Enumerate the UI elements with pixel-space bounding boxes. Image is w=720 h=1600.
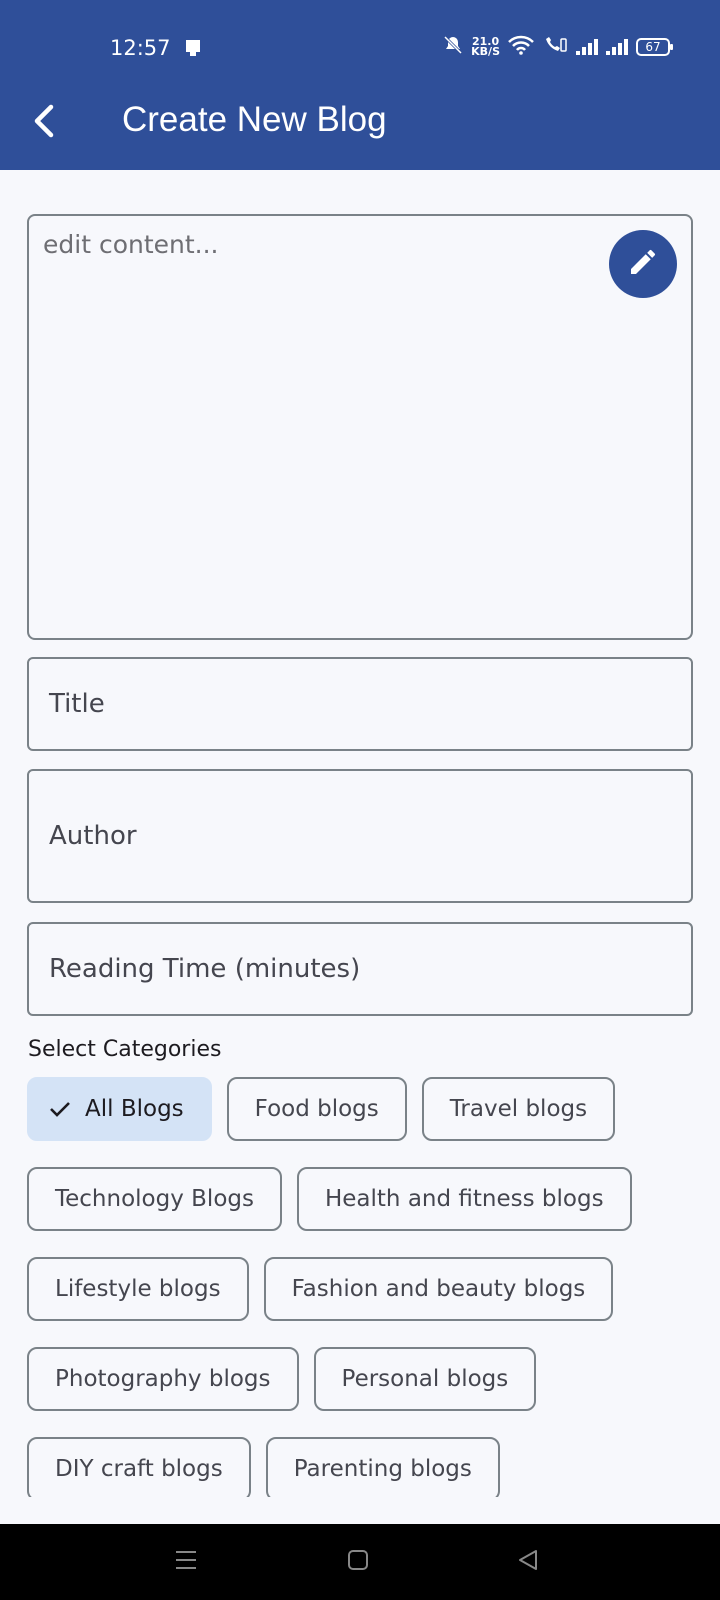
triangle-back-icon: [517, 1549, 539, 1575]
signal-bars-icon: [576, 39, 598, 55]
volte-call-icon: [542, 35, 568, 59]
title-placeholder: Title: [49, 689, 105, 719]
content-editor[interactable]: edit content...: [27, 214, 693, 640]
content-placeholder: edit content...: [43, 230, 219, 259]
chip-label: Parenting blogs: [293, 1456, 472, 1482]
author-placeholder: Author: [49, 821, 137, 851]
pencil-icon: [627, 246, 659, 282]
chip-label: Fashion and beauty blogs: [291, 1276, 586, 1302]
system-back-button[interactable]: [508, 1544, 548, 1580]
wifi-icon: [508, 35, 534, 59]
home-button[interactable]: [338, 1544, 378, 1580]
chip-technology-blogs[interactable]: Technology Blogs: [27, 1167, 282, 1231]
bell-off-icon: [443, 35, 463, 59]
edit-content-button[interactable]: [609, 230, 677, 298]
chip-label: All Blogs: [85, 1096, 184, 1122]
menu-lines-icon: [174, 1549, 198, 1575]
chip-diy-craft-blogs[interactable]: DIY craft blogs: [27, 1437, 251, 1497]
chip-all-blogs[interactable]: All Blogs: [27, 1077, 212, 1141]
chip-parenting-blogs[interactable]: Parenting blogs: [265, 1437, 500, 1497]
status-time: 12:57: [110, 36, 171, 60]
arrow-back-icon: [31, 103, 59, 143]
reading-time-field[interactable]: Reading Time (minutes): [27, 922, 693, 1016]
chip-food-blogs[interactable]: Food blogs: [226, 1077, 407, 1141]
chip-label: Lifestyle blogs: [55, 1276, 221, 1302]
chip-travel-blogs[interactable]: Travel blogs: [421, 1077, 616, 1141]
author-field[interactable]: Author: [27, 769, 693, 903]
check-icon: [49, 1100, 71, 1118]
sim-card-icon: [184, 38, 202, 58]
title-field[interactable]: Title: [27, 657, 693, 751]
category-chips: All Blogs Food blogs Travel blogs Techno…: [27, 1077, 707, 1497]
chip-label: Travel blogs: [449, 1096, 588, 1122]
system-nav-bar: [0, 1524, 720, 1600]
square-icon: [347, 1549, 369, 1575]
categories-label: Select Categories: [28, 1037, 222, 1062]
chip-fashion-beauty-blogs[interactable]: Fashion and beauty blogs: [263, 1257, 614, 1321]
chip-label: Photography blogs: [55, 1366, 271, 1392]
app-bar: 12:57 21.0 KB/S 67 Create New Blog: [0, 0, 720, 170]
page-title: Create New Blog: [122, 100, 387, 139]
net-speed: 21.0 KB/S: [471, 36, 500, 58]
recents-button[interactable]: [166, 1544, 206, 1580]
chip-label: Technology Blogs: [55, 1186, 254, 1212]
chip-label: DIY craft blogs: [55, 1456, 223, 1482]
chip-label: Food blogs: [254, 1096, 379, 1122]
chip-photography-blogs[interactable]: Photography blogs: [27, 1347, 299, 1411]
battery-indicator: 67: [636, 38, 673, 56]
chip-personal-blogs[interactable]: Personal blogs: [313, 1347, 537, 1411]
status-bar: 12:57 21.0 KB/S 67: [0, 0, 720, 90]
net-speed-unit: KB/S: [471, 45, 500, 58]
chip-lifestyle-blogs[interactable]: Lifestyle blogs: [27, 1257, 249, 1321]
chip-health-fitness-blogs[interactable]: Health and fitness blogs: [296, 1167, 632, 1231]
signal-bars-2-icon: [606, 39, 628, 55]
back-button[interactable]: [20, 98, 70, 148]
reading-time-placeholder: Reading Time (minutes): [49, 954, 361, 984]
chip-label: Personal blogs: [341, 1366, 509, 1392]
chip-label: Health and fitness blogs: [324, 1186, 604, 1212]
status-icons: 21.0 KB/S 67: [443, 34, 673, 60]
